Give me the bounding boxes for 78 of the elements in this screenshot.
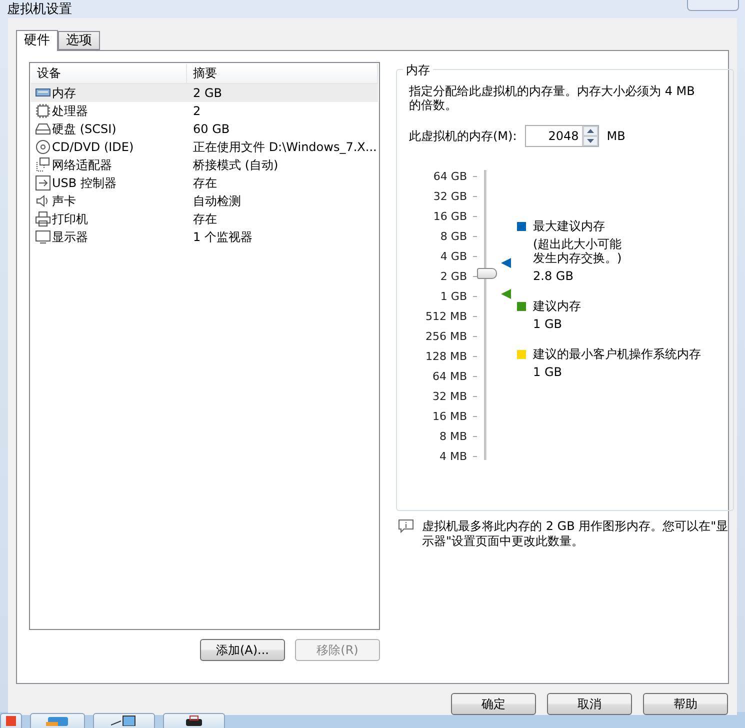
device-name: CD/DVD (IDE) (52, 140, 134, 154)
legend-title: 最大建议内存 (533, 219, 606, 233)
scale-label: 512 MB (425, 309, 467, 325)
info-text: 虚拟机最多将此内存的 2 GB 用作图形内存。您可以在"显示器"设置页面中更改此数量。 (422, 519, 730, 549)
description: 指定分配给此虚拟机的内存量。内存大小必须为 4 MB 的倍数。 (409, 84, 696, 112)
device-summary: 桥接模式 (自动) (192, 156, 280, 174)
scale-label: 8 GB (440, 229, 467, 245)
memory-label: 此虚拟机的内存(M): (409, 128, 517, 144)
device-name: USB 控制器 (52, 174, 116, 192)
device-row[interactable]: 声卡 自动检测 (31, 192, 378, 210)
device-row[interactable]: 处理器 2 (31, 102, 378, 120)
usb-icon (35, 175, 51, 191)
scale-label: 64 MB (432, 369, 467, 385)
app-icon (6, 714, 16, 726)
device-row[interactable]: 硬盘 (SCSI) 60 GB (31, 120, 378, 138)
legend-title: 建议的最小客户机操作系统内存 (533, 347, 701, 361)
dialog-button[interactable]: 取消 (547, 693, 632, 715)
column-header[interactable]: 设备 (31, 64, 187, 83)
scale-label: 32 MB (432, 389, 467, 405)
scale-label: 16 GB (433, 209, 467, 225)
legend-note: (超出此大小可能发生内存交换。) (533, 237, 623, 265)
dialog-button[interactable]: 确定 (451, 693, 536, 715)
column-header[interactable]: 摘要 (187, 64, 378, 83)
taskbar-button[interactable] (163, 713, 225, 728)
unit-label: MB (606, 129, 626, 143)
device-row[interactable]: USB 控制器 存在 (31, 174, 378, 192)
spin-down-icon[interactable] (586, 139, 594, 143)
tab[interactable]: 选项 (58, 31, 100, 50)
scale-label: 128 MB (425, 349, 467, 365)
scale-label: 16 MB (432, 409, 467, 425)
scale-label: 8 MB (439, 429, 467, 445)
scale-label: 64 GB (433, 169, 467, 185)
monitor-icon (35, 229, 51, 245)
device-name: 内存 (52, 84, 76, 102)
scale-label: 1 GB (440, 289, 467, 305)
device-name: 硬盘 (SCSI) (52, 120, 116, 138)
device-name: 声卡 (52, 192, 76, 210)
legend-value: 2.8 GB (533, 269, 574, 283)
window-title: 虚拟机设置 (7, 1, 72, 18)
device-row[interactable]: 内存 2 GB (31, 84, 378, 102)
spin-up-icon[interactable] (586, 129, 594, 133)
scale-label: 256 MB (425, 329, 467, 345)
legend-value: 1 GB (533, 365, 563, 379)
dialog-button[interactable]: 帮助 (643, 693, 728, 715)
scale-label: 4 GB (440, 249, 467, 265)
device-summary: 存在 (192, 174, 218, 192)
device-row[interactable]: 网络适配器 桥接模式 (自动) (31, 156, 378, 174)
scale-label: 4 MB (439, 449, 467, 465)
device-row[interactable]: 打印机 存在 (31, 210, 378, 228)
device-name: 显示器 (52, 228, 88, 246)
device-summary: 60 GB (192, 122, 231, 136)
disc-icon (35, 139, 51, 155)
memory-field[interactable]: 2048 (524, 125, 599, 147)
taskbar-button[interactable] (93, 713, 155, 728)
scale-label: 2 GB (440, 269, 467, 285)
tab[interactable]: 硬件 (16, 30, 58, 51)
add-button[interactable]: 添加(A)... (200, 639, 285, 661)
app-icon (46, 714, 70, 726)
scale-label: 32 GB (433, 189, 467, 205)
network-icon (35, 157, 51, 173)
device-summary: 正在使用文件 D:\Windows_7.X... (192, 138, 378, 156)
info-icon (398, 519, 414, 533)
device-summary: 1 个监视器 (192, 228, 254, 246)
chip-icon (35, 103, 51, 119)
printer-icon (35, 211, 51, 227)
slider-thumb[interactable] (477, 268, 497, 279)
device-row[interactable]: 显示器 1 个监视器 (31, 228, 378, 246)
device-name: 打印机 (52, 210, 88, 228)
device-summary: 2 GB (192, 86, 223, 100)
legend-title: 建议内存 (533, 299, 582, 313)
device-row[interactable]: CD/DVD (IDE) 正在使用文件 D:\Windows_7.X... (31, 138, 378, 156)
device-summary: 自动检测 (192, 192, 242, 210)
device-name: 网络适配器 (52, 156, 112, 174)
device-summary: 2 (192, 104, 202, 118)
legend-value: 1 GB (533, 317, 563, 331)
device-summary: 存在 (192, 210, 218, 228)
device-name: 处理器 (52, 102, 88, 120)
computer-icon (111, 714, 137, 726)
